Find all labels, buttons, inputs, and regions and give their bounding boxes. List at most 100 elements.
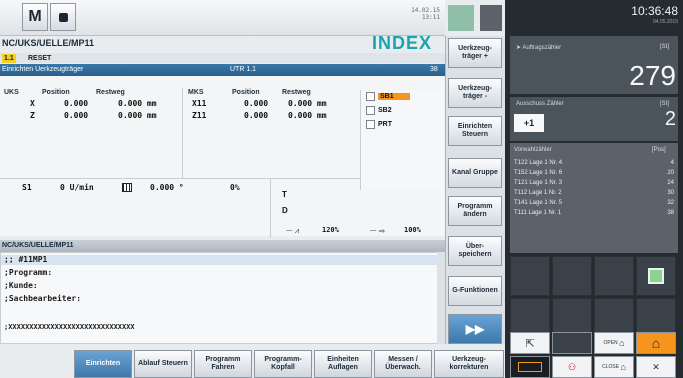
col-header-mks: MKS bbox=[188, 89, 204, 96]
status-green-icon bbox=[448, 5, 474, 31]
axis-label: X bbox=[30, 99, 35, 108]
calculator-icon bbox=[648, 268, 664, 284]
softkey-channel-group[interactable]: Kanal Gruppe bbox=[448, 158, 502, 188]
spindle-name: S1 bbox=[22, 183, 32, 192]
softkey-program-change[interactable]: Programm ändern bbox=[448, 196, 502, 226]
brand-logo: INDEX bbox=[372, 33, 433, 53]
house-icon: ⌂ bbox=[619, 338, 625, 348]
col-header-mposition: Position bbox=[232, 89, 260, 96]
checkbox-icon bbox=[366, 120, 375, 129]
col-header-mrestweg: Restweg bbox=[282, 89, 311, 96]
program-line: ;Programm: bbox=[4, 268, 53, 277]
preset-item: T122 Lage 1 Nr. 4 bbox=[514, 160, 563, 166]
clear-icon: ✕ bbox=[652, 361, 660, 372]
scrap-plus-button[interactable]: +1 bbox=[514, 114, 544, 132]
scrap-counter-unit: [St] bbox=[660, 101, 670, 107]
program-line: ;; #11MP1 bbox=[4, 255, 48, 264]
divider bbox=[270, 178, 271, 238]
channel-chip: 1.1 bbox=[2, 54, 16, 63]
maxis-position: 0.000 bbox=[244, 111, 269, 120]
clock: 10:36:48 bbox=[631, 4, 678, 18]
preset-item: T121 Lage 1 Nr. 3 bbox=[514, 180, 563, 186]
mf-panel bbox=[360, 90, 444, 190]
house-icon: ⌂ bbox=[620, 362, 626, 372]
softkey-toolholder-plus[interactable]: Uerkzeug-träger + bbox=[448, 38, 502, 68]
softkey-save[interactable]: Über-speichern bbox=[448, 236, 502, 266]
axis-label: Z bbox=[30, 111, 35, 120]
program-line: ;XXXXXXXXXXXXXXXXXXXXXXXXXXXXXX bbox=[4, 323, 135, 331]
tab-sequence-control[interactable]: Ablauf Steuern bbox=[134, 350, 192, 378]
softkey-setup-control[interactable]: Einrichten Steuern bbox=[448, 116, 502, 146]
mf-sb2[interactable]: SB2 bbox=[366, 106, 392, 115]
order-counter-value: 279 bbox=[629, 60, 676, 91]
spindle-speed: 0 U/min bbox=[60, 183, 94, 192]
program-line: ;Kunde: bbox=[4, 281, 38, 290]
mf-sb1[interactable]: SB1 bbox=[366, 92, 410, 101]
tool-t-label: T bbox=[282, 190, 287, 199]
softkey-g-functions[interactable]: G-Funktionen bbox=[448, 276, 502, 306]
softkey-toolholder-minus[interactable]: Uerkzeug-träger - bbox=[448, 78, 502, 108]
logo-icon: M bbox=[28, 8, 42, 25]
cursor-line bbox=[1, 255, 437, 265]
program-titlebar: NC/UKS/UELLE/MP11 bbox=[0, 240, 445, 252]
preset-counter-unit: [Pos] bbox=[652, 147, 666, 153]
channel-status-row bbox=[0, 53, 445, 63]
scrap-counter-label: Ausschuss Zähler bbox=[516, 101, 564, 107]
col-header-restweg: Restweg bbox=[96, 89, 125, 96]
tab-program-header[interactable]: Programm-Kopfall bbox=[254, 350, 312, 378]
axis-restweg: 0.000 mm bbox=[118, 99, 157, 108]
tool-d-label: D bbox=[282, 206, 288, 215]
stop-icon bbox=[58, 12, 68, 22]
axis-restweg: 0.000 mm bbox=[118, 111, 157, 120]
clear-button[interactable]: ✕ bbox=[636, 356, 676, 378]
feed-override-icon: ⏤ ⩘ bbox=[286, 226, 300, 235]
door-button[interactable]: ⇱ bbox=[510, 332, 550, 354]
divider bbox=[0, 178, 360, 179]
menu-logo-button[interactable]: M bbox=[22, 3, 48, 31]
calculator-button[interactable] bbox=[636, 256, 676, 296]
tab-measure[interactable]: Messen / Überwach. bbox=[374, 350, 432, 378]
open-button[interactable]: OPEN ⌂ bbox=[594, 332, 634, 354]
window-titlebar: Einrichten Uerkzeugträger UTR 1.1 38 bbox=[0, 64, 445, 76]
keyboard-button[interactable] bbox=[510, 356, 550, 378]
axis-position: 0.000 bbox=[64, 99, 89, 108]
tile[interactable] bbox=[594, 256, 634, 296]
tile[interactable] bbox=[552, 256, 592, 296]
order-counter-unit: [St] bbox=[660, 44, 670, 50]
tab-setup[interactable]: Einrichten bbox=[74, 350, 132, 378]
axis-position: 0.000 bbox=[64, 111, 89, 120]
square-icon[interactable] bbox=[50, 3, 76, 31]
tab-tool-correction[interactable]: Uerkzeug-korrekturen bbox=[434, 350, 504, 378]
spindle-icon bbox=[122, 183, 132, 192]
close-button[interactable]: CLOSE ⌂ bbox=[594, 356, 634, 378]
preset-item: T111 Lage 1 Nr. 1 bbox=[514, 210, 562, 216]
feed-override: 120% bbox=[322, 226, 339, 234]
program-line: ;Sachbearbeiter: bbox=[4, 294, 82, 303]
maxis-restweg: 0.000 mm bbox=[288, 111, 327, 120]
col-header-uks: UKS bbox=[4, 89, 19, 96]
softkey-next-icon[interactable]: ▶▶ bbox=[448, 314, 502, 344]
divider bbox=[182, 88, 183, 178]
maxis-label: X11 bbox=[192, 99, 207, 108]
clock-date: 04.05.2015 bbox=[652, 19, 678, 25]
maxis-restweg: 0.000 mm bbox=[288, 99, 327, 108]
scrap-counter-value: 2 bbox=[664, 108, 676, 130]
rapid-override-icon: ⏤ ⇒ bbox=[370, 226, 386, 235]
people-button[interactable]: ⚇ bbox=[552, 356, 592, 378]
scrollbar[interactable] bbox=[437, 252, 445, 344]
maxis-label: Z11 bbox=[192, 111, 207, 120]
tab-program-run[interactable]: Programm Fahren bbox=[194, 350, 252, 378]
preset-item: T112 Lage 1 Nr. 2 bbox=[514, 190, 562, 196]
tab-units[interactable]: Einheiten Auflagen bbox=[314, 350, 372, 378]
program-path: NC/UKS/UELLE/MP11 bbox=[2, 38, 95, 48]
tile[interactable] bbox=[552, 332, 592, 354]
rapid-override: 100% bbox=[404, 226, 421, 234]
tile[interactable] bbox=[510, 256, 550, 296]
timestamp: 14.02.15 13:11 bbox=[411, 7, 440, 21]
home-button[interactable]: ⌂ bbox=[636, 332, 676, 354]
col-header-position: Position bbox=[42, 89, 70, 96]
checkbox-icon bbox=[366, 92, 375, 101]
preset-counter-label: Vorwahlzähler bbox=[514, 147, 552, 153]
people-icon: ⚇ bbox=[567, 361, 577, 372]
mf-prt[interactable]: PRT bbox=[366, 120, 392, 129]
